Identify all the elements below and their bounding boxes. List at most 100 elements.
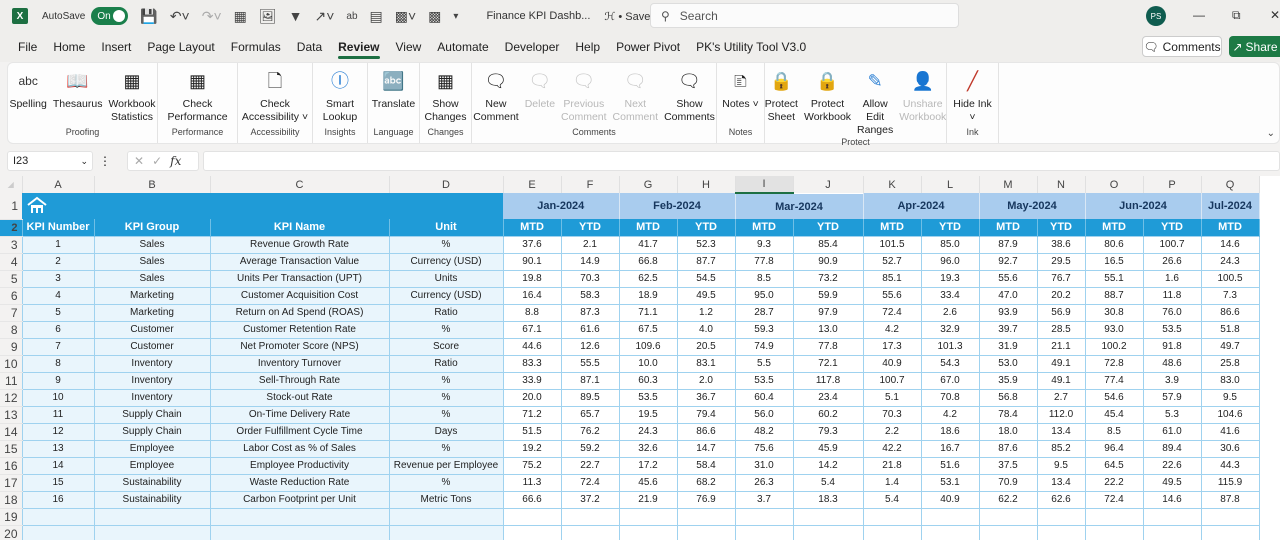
row-header[interactable]: 19 [0,508,22,526]
value-cell[interactable]: 22.6 [1142,456,1202,475]
allow-edit-ranges-button[interactable]: ✎ Allow Edit Ranges [854,67,896,137]
value-cell[interactable]: 37.2 [560,490,620,509]
value-cell[interactable]: 85.4 [792,235,864,254]
value-cell[interactable]: 55.1 [1084,269,1144,288]
tab-power-pivot[interactable]: Power Pivot [608,32,688,62]
value-cell[interactable]: 14.2 [792,456,864,475]
spelling-button[interactable]: abc Spelling [6,67,49,111]
tab-formulas[interactable]: Formulas [223,32,289,62]
value-cell[interactable]: 62.5 [618,269,678,288]
value-cell[interactable]: 14.6 [1142,490,1202,509]
value-cell[interactable]: 14.9 [560,252,620,271]
value-cell[interactable]: 7.3 [1200,286,1260,305]
value-cell[interactable]: 67.0 [920,371,980,390]
value-cell[interactable]: 2.1 [560,235,620,254]
value-cell[interactable]: 55.6 [978,269,1038,288]
kpi-name-cell[interactable]: Waste Reduction Rate [209,473,390,492]
value-cell[interactable]: 28.7 [734,303,794,322]
row-header[interactable]: 15 [0,440,22,458]
kpi-number-cell[interactable]: 9 [21,371,95,390]
kpi-group-cell[interactable]: Sales [93,269,211,288]
value-cell[interactable]: 45.6 [618,473,678,492]
value-cell[interactable]: 1.6 [1142,269,1202,288]
value-cell[interactable]: 53.0 [978,354,1038,373]
value-cell[interactable]: 18.0 [978,422,1038,441]
empty-cell[interactable] [618,524,678,540]
empty-cell[interactable] [21,524,95,540]
value-cell[interactable]: 18.9 [618,286,678,305]
value-cell[interactable]: 75.2 [502,456,562,475]
value-cell[interactable]: 61.6 [560,320,620,339]
empty-cell[interactable] [1200,524,1260,540]
value-cell[interactable]: 93.0 [1084,320,1144,339]
value-cell[interactable]: 70.3 [560,269,620,288]
kpi-name-cell[interactable]: Employee Productivity [209,456,390,475]
save-icon[interactable]: 💾 [140,8,157,25]
kpi-name-cell[interactable]: Labor Cost as % of Sales [209,439,390,458]
smart-lookup-button[interactable]: Ⓘ Smart Lookup [313,67,367,124]
value-cell[interactable]: 76.9 [676,490,736,509]
value-cell[interactable]: 66.8 [618,252,678,271]
empty-cell[interactable] [1084,507,1144,526]
tab-automate[interactable]: Automate [429,32,496,62]
value-cell[interactable]: 21.9 [618,490,678,509]
value-cell[interactable]: 12.6 [560,337,620,356]
kpi-group-cell[interactable]: Employee [93,456,211,475]
value-cell[interactable]: 68.2 [676,473,736,492]
value-cell[interactable]: 18.3 [792,490,864,509]
tab-insert[interactable]: Insert [93,32,139,62]
value-cell[interactable]: 20.5 [676,337,736,356]
minimize-icon[interactable]: — [1193,8,1205,22]
row-header[interactable]: 6 [0,287,22,305]
translate-button[interactable]: 🔤 Translate [369,67,418,111]
value-cell[interactable]: 9.5 [1036,456,1086,475]
value-cell[interactable]: 86.6 [676,422,736,441]
unit-cell[interactable]: Revenue per Employee [388,456,504,475]
value-cell[interactable]: 70.8 [920,388,980,407]
kpi-number-cell[interactable]: 15 [21,473,95,492]
value-cell[interactable]: 41.6 [1200,422,1260,441]
kpi-number-cell[interactable]: 7 [21,337,95,356]
value-cell[interactable]: 66.6 [502,490,562,509]
value-cell[interactable]: 13.0 [792,320,864,339]
value-cell[interactable]: 75.6 [734,439,794,458]
unit-cell[interactable]: % [388,371,504,390]
tab-home[interactable]: Home [45,32,93,62]
row-header[interactable]: 9 [0,338,22,356]
empty-cell[interactable] [560,507,620,526]
value-cell[interactable]: 3.9 [1142,371,1202,390]
value-cell[interactable]: 21.1 [1036,337,1086,356]
value-cell[interactable]: 22.2 [1084,473,1144,492]
value-cell[interactable]: 30.8 [1084,303,1144,322]
kpi-group-cell[interactable]: Marketing [93,286,211,305]
value-cell[interactable]: 20.2 [1036,286,1086,305]
value-cell[interactable]: 31.0 [734,456,794,475]
value-cell[interactable]: 60.2 [792,405,864,424]
row-header[interactable]: 18 [0,491,22,509]
kpi-name-cell[interactable]: Carbon Footprint per Unit [209,490,390,509]
row-header[interactable]: 4 [0,253,22,271]
value-cell[interactable]: 33.4 [920,286,980,305]
kpi-group-cell[interactable]: Sustainability [93,473,211,492]
value-cell[interactable]: 96.4 [1084,439,1144,458]
value-cell[interactable]: 20.0 [502,388,562,407]
value-cell[interactable]: 76.2 [560,422,620,441]
value-cell[interactable]: 5.1 [862,388,922,407]
value-cell[interactable]: 51.5 [502,422,562,441]
column-header-k[interactable]: K [863,176,922,193]
calc-icon[interactable]: ▩ [428,8,441,25]
unit-cell[interactable]: % [388,235,504,254]
unit-cell[interactable]: Ratio [388,354,504,373]
unit-cell[interactable]: Metric Tons [388,490,504,509]
spelling-qa-icon[interactable]: ab [346,11,357,22]
new-comment-button[interactable]: 🗨 New Comment [470,67,522,124]
value-cell[interactable]: 72.4 [560,473,620,492]
empty-cell[interactable] [920,524,980,540]
empty-cell[interactable] [502,524,562,540]
column-header-f[interactable]: F [561,176,620,193]
value-cell[interactable]: 10.0 [618,354,678,373]
tab-help[interactable]: Help [567,32,608,62]
value-cell[interactable]: 72.1 [792,354,864,373]
value-cell[interactable]: 90.1 [502,252,562,271]
home-icon[interactable] [26,196,48,217]
